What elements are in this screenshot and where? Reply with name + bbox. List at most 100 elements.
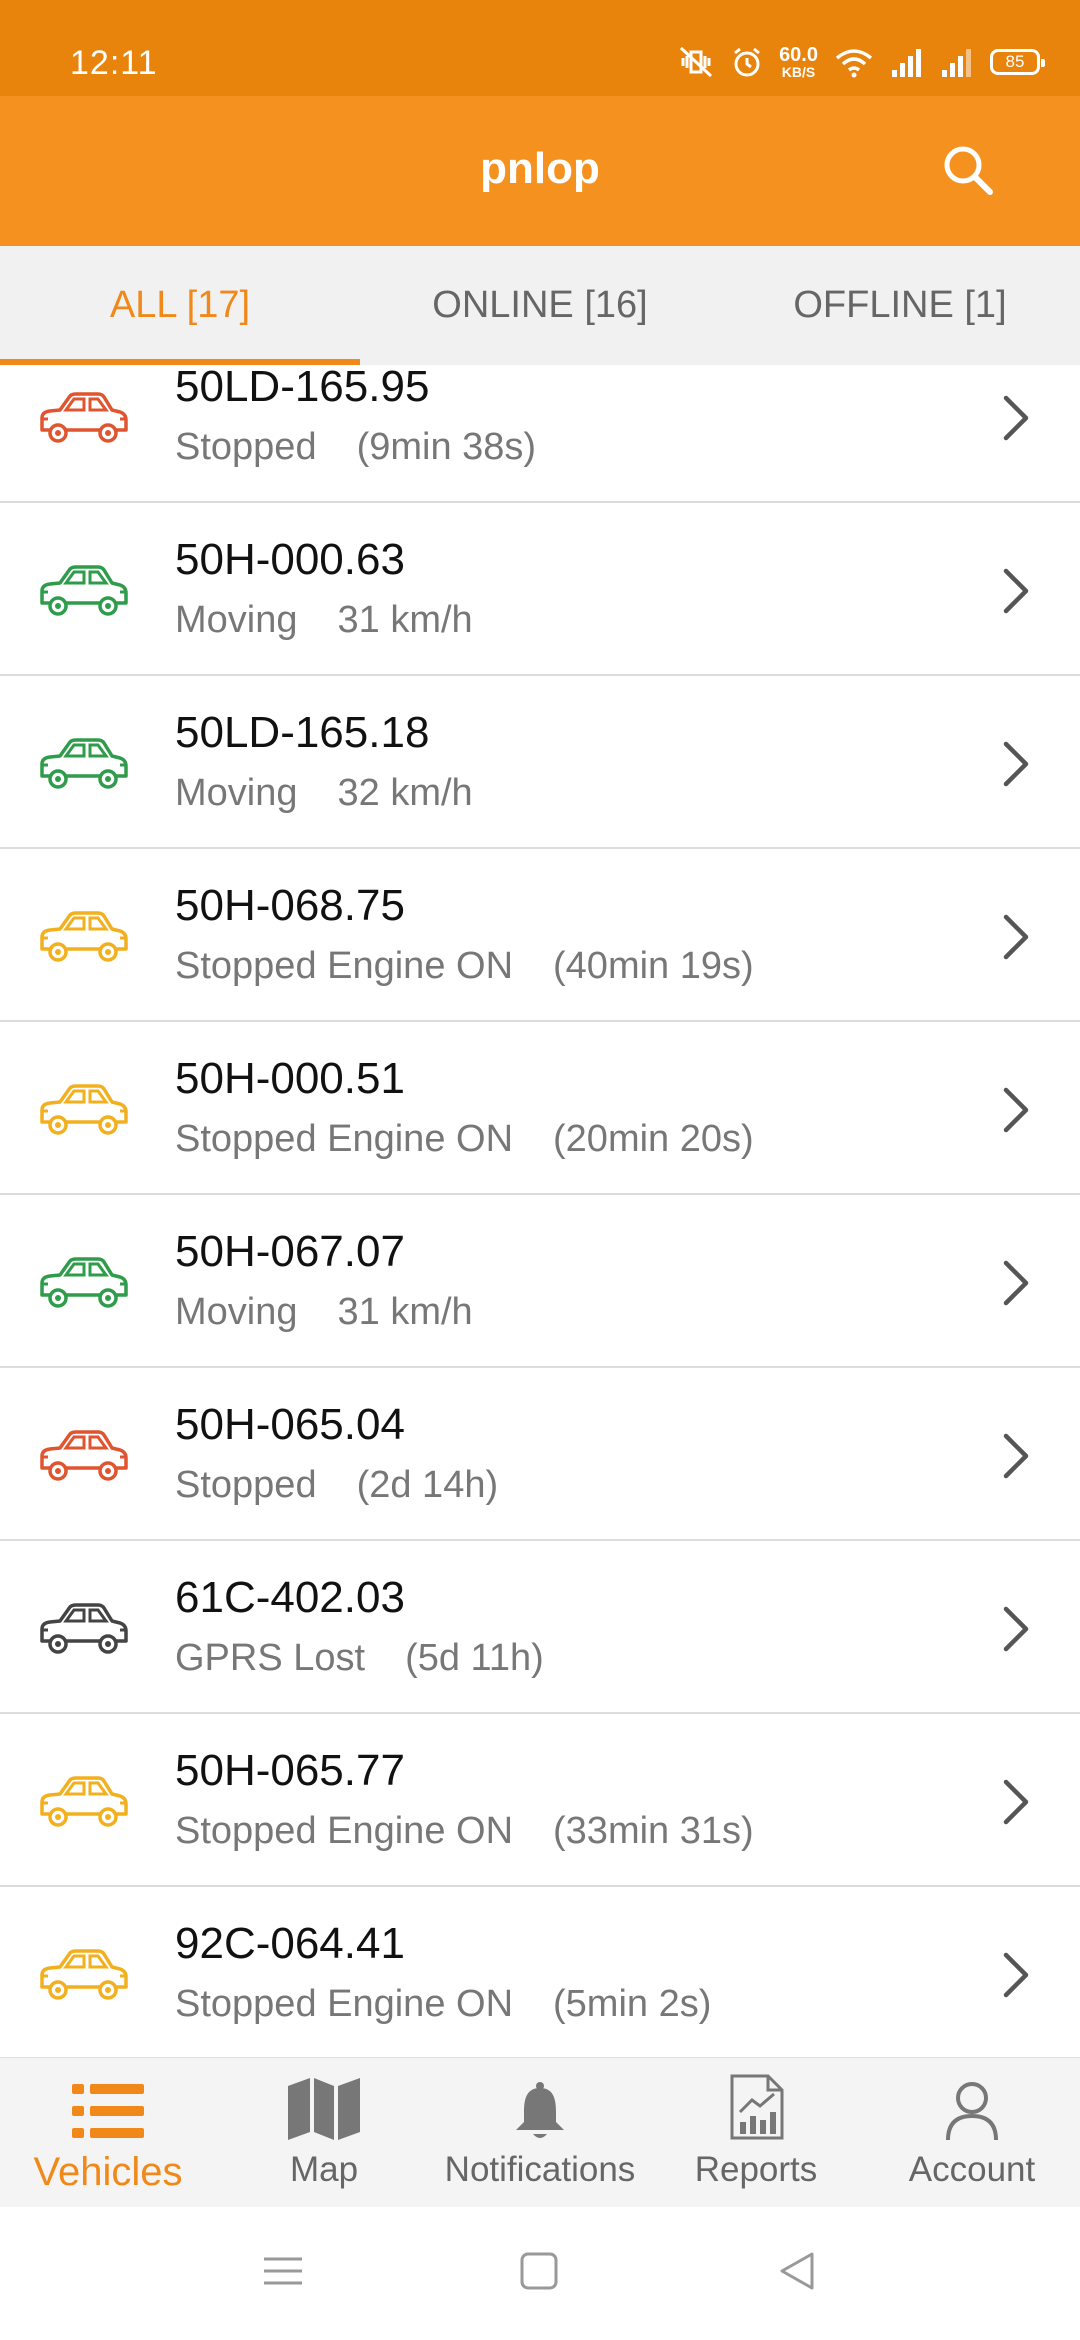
- filter-tabs: ALL [17] ONLINE [16] OFFLINE [1]: [0, 246, 1080, 365]
- car-icon: [40, 1776, 128, 1827]
- vehicle-state: Moving: [175, 772, 298, 814]
- vehicle-row[interactable]: 61C-402.03 GPRS Lost (5d 11h): [0, 1541, 1080, 1714]
- vehicle-status: Stopped Engine ON (5min 2s): [175, 1983, 711, 2026]
- vehicle-detail: (2d 14h): [356, 1464, 499, 1506]
- nav-account[interactable]: Account: [864, 2058, 1080, 2207]
- vehicle-row[interactable]: 50LD-165.95 Stopped (9min 38s): [0, 365, 1080, 503]
- nav-label-vehicles: Vehicles: [33, 2150, 183, 2194]
- reports-icon: [730, 2074, 784, 2140]
- vehicle-status: GPRS Lost (5d 11h): [175, 1637, 544, 1680]
- nav-notifications[interactable]: Notifications: [432, 2058, 648, 2207]
- vehicle-status: Stopped (2d 14h): [175, 1464, 498, 1507]
- battery-indicator: 85: [990, 49, 1045, 75]
- vehicle-detail: 31 km/h: [337, 599, 473, 641]
- nav-map[interactable]: Map: [216, 2058, 432, 2207]
- chevron-right-icon: [1003, 1087, 1029, 1133]
- nav-label-map: Map: [289, 2150, 359, 2189]
- chevron-right-icon: [1003, 1779, 1029, 1825]
- vehicle-row[interactable]: 50H-000.63 Moving 31 km/h: [0, 503, 1080, 676]
- chevron-right-icon: [1003, 741, 1029, 787]
- vehicle-state: Stopped: [175, 426, 317, 468]
- vehicle-plate: 50LD-165.95: [175, 365, 430, 411]
- vehicle-detail: (9min 38s): [356, 426, 537, 468]
- chevron-right-icon: [1003, 914, 1029, 960]
- car-icon: [40, 1949, 128, 2000]
- vehicle-status: Stopped Engine ON (20min 20s): [175, 1118, 754, 1161]
- vehicle-state: Moving: [175, 1291, 298, 1333]
- wifi-icon: [835, 49, 873, 78]
- vibrate-off-icon: [680, 46, 713, 78]
- vehicle-plate: 50H-068.75: [175, 881, 405, 930]
- vehicle-row[interactable]: 50H-065.04 Stopped (2d 14h): [0, 1368, 1080, 1541]
- nav-label-reports: Reports: [694, 2150, 818, 2189]
- net-speed: 60.0 KB/S: [779, 45, 818, 79]
- vehicle-state: Stopped Engine ON: [175, 1810, 514, 1852]
- nav-vehicles[interactable]: Vehicles: [0, 2058, 216, 2207]
- car-icon: [40, 911, 128, 962]
- tab-all[interactable]: ALL [17]: [0, 246, 360, 365]
- vehicle-row[interactable]: 50H-065.77 Stopped Engine ON (33min 31s): [0, 1714, 1080, 1887]
- signal-icon-1: [892, 49, 921, 77]
- vehicle-plate: 50H-000.63: [175, 535, 405, 584]
- chevron-right-icon: [1003, 395, 1029, 441]
- search-button[interactable]: [938, 140, 998, 200]
- car-icon: [40, 738, 128, 789]
- vehicle-row[interactable]: 50H-000.51 Stopped Engine ON (20min 20s): [0, 1022, 1080, 1195]
- vehicle-status: Moving 31 km/h: [175, 599, 473, 642]
- car-icon: [40, 1603, 128, 1654]
- vehicle-detail: (20min 20s): [553, 1118, 754, 1160]
- search-icon: [944, 146, 993, 195]
- page-title: pnlop: [480, 144, 600, 193]
- car-icon: [40, 1257, 128, 1308]
- vehicle-detail: 31 km/h: [337, 1291, 473, 1333]
- signal-icon-2: [942, 49, 971, 77]
- bottom-nav: Vehicles Map Notifications Reports Accou…: [0, 2057, 1080, 2207]
- vehicle-state: Stopped: [175, 1464, 317, 1506]
- status-time: 12:11: [70, 44, 158, 82]
- vehicle-plate: 50H-000.51: [175, 1054, 405, 1103]
- car-icon: [40, 1430, 128, 1481]
- car-icon: [40, 565, 128, 616]
- vehicle-row[interactable]: 50H-067.07 Moving 31 km/h: [0, 1195, 1080, 1368]
- vehicle-row[interactable]: 92C-064.41 Stopped Engine ON (5min 2s): [0, 1887, 1080, 2057]
- nav-label-account: Account: [908, 2150, 1036, 2189]
- tab-offline[interactable]: OFFLINE [1]: [720, 246, 1080, 365]
- vehicle-row[interactable]: 50H-068.75 Stopped Engine ON (40min 19s): [0, 849, 1080, 1022]
- nav-label-notifications: Notifications: [444, 2150, 636, 2189]
- vehicle-plate: 61C-402.03: [175, 1573, 405, 1622]
- vehicle-plate: 50H-065.04: [175, 1400, 405, 1449]
- alarm-icon: [734, 47, 760, 77]
- vehicle-state: GPRS Lost: [175, 1637, 366, 1679]
- vehicle-plate: 50H-067.07: [175, 1227, 405, 1276]
- chevron-right-icon: [1003, 568, 1029, 614]
- system-back-button[interactable]: [776, 2251, 818, 2296]
- status-bar: 12:11 60.0 KB/S 85: [0, 0, 1080, 96]
- vehicle-detail: (40min 19s): [553, 945, 754, 987]
- vehicle-state: Moving: [175, 599, 298, 641]
- vehicle-state: Stopped Engine ON: [175, 945, 514, 987]
- vehicle-detail: (5d 11h): [405, 1637, 544, 1679]
- car-icon: [40, 392, 128, 443]
- tab-online[interactable]: ONLINE [16]: [360, 246, 720, 365]
- vehicle-status: Stopped Engine ON (40min 19s): [175, 945, 754, 988]
- system-menu-button[interactable]: [262, 2251, 304, 2296]
- vehicle-state: Stopped Engine ON: [175, 1118, 514, 1160]
- vehicle-status: Moving 31 km/h: [175, 1291, 473, 1334]
- system-home-button[interactable]: [518, 2251, 560, 2296]
- vehicle-detail: (5min 2s): [553, 1983, 712, 2025]
- chevron-right-icon: [1003, 1260, 1029, 1306]
- vehicle-detail: 32 km/h: [337, 772, 473, 814]
- system-nav-bar: [0, 2207, 1080, 2340]
- vehicle-state: Stopped Engine ON: [175, 1983, 514, 2025]
- net-speed-unit: KB/S: [781, 64, 816, 80]
- vehicle-plate: 50LD-165.18: [175, 708, 430, 757]
- map-icon: [288, 2078, 360, 2140]
- list-icon: [72, 2084, 144, 2138]
- car-icon: [40, 1084, 128, 1135]
- status-icons: 60.0 KB/S 85: [677, 42, 1045, 82]
- nav-reports[interactable]: Reports: [648, 2058, 864, 2207]
- vehicle-list[interactable]: 50LD-165.95 Stopped (9min 38s) 50H-000.63 M…: [0, 365, 1080, 2057]
- vehicle-row[interactable]: 50LD-165.18 Moving 32 km/h: [0, 676, 1080, 849]
- vehicle-status: Moving 32 km/h: [175, 772, 473, 815]
- chevron-right-icon: [1003, 1433, 1029, 1479]
